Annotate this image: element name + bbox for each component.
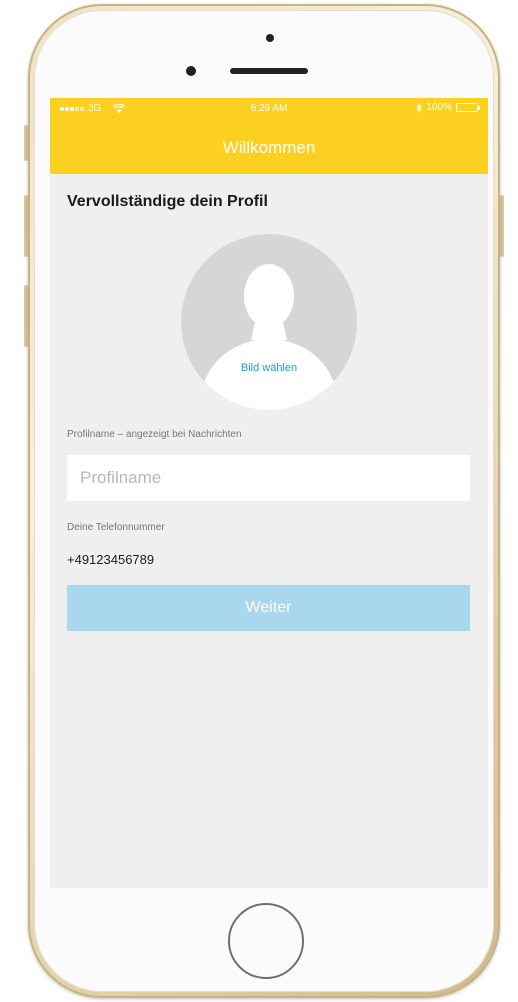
choose-photo-link[interactable]: Bild wählen [181, 362, 357, 374]
profile-name-label: Profilname – angezeigt bei Nachrichten [67, 429, 242, 440]
continue-button[interactable]: Weiter [67, 585, 470, 631]
home-button[interactable] [228, 903, 304, 979]
status-bar: 3G 6:29 AM 100% [50, 98, 488, 118]
phone-mockup: 3G 6:29 AM 100% Willkommen Vervollständi… [0, 0, 518, 1002]
battery-icon [456, 103, 480, 112]
section-title: Vervollständige dein Profil [67, 193, 268, 210]
bluetooth-icon [416, 102, 423, 113]
phone-number-value: +49123456789 [67, 552, 155, 567]
header-title: Willkommen [222, 138, 316, 157]
front-camera [266, 34, 274, 42]
power-button [500, 195, 504, 257]
app-screen: 3G 6:29 AM 100% Willkommen Vervollständi… [50, 98, 488, 888]
battery-percentage: 100% [426, 102, 452, 113]
earpiece-speaker [230, 68, 308, 74]
profile-photo-picker[interactable]: Bild wählen [181, 234, 357, 410]
phone-number-label: Deine Telefonnummer [67, 522, 165, 533]
profile-name-input[interactable] [67, 455, 470, 501]
status-right: 100% [416, 102, 480, 113]
app-header: 3G 6:29 AM 100% Willkommen [50, 98, 488, 174]
proximity-sensor [186, 66, 196, 76]
person-silhouette-icon [199, 264, 339, 410]
